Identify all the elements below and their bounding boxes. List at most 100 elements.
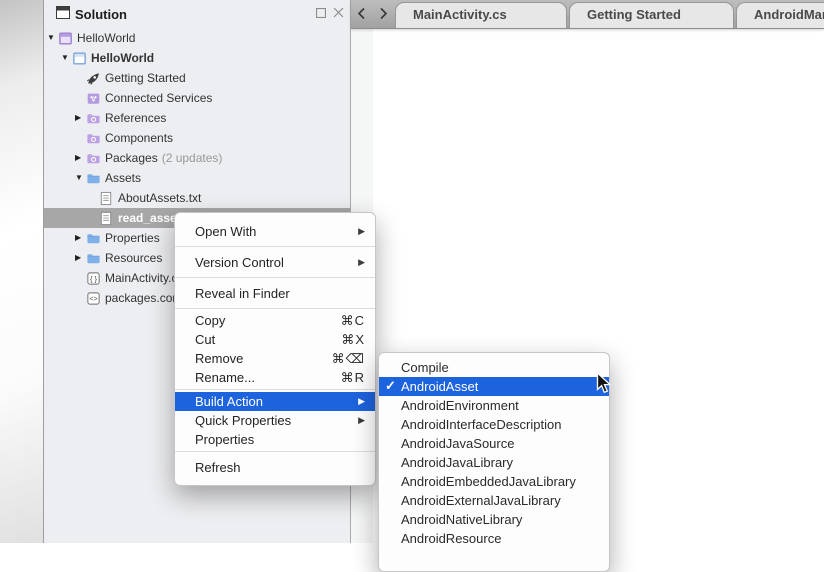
menu-item-reveal-in-finder[interactable]: Reveal in Finder (175, 280, 375, 306)
folder-icon (86, 151, 104, 166)
submenu-item-label: AndroidExternalJavaLibrary (401, 493, 561, 508)
folder-icon (86, 251, 104, 266)
menu-item-copy[interactable]: Copy ⌘C (175, 311, 375, 330)
submenu-item-label: Compile (401, 360, 449, 375)
tree-item-label: Resources (104, 251, 162, 265)
config-file-icon: <> (86, 291, 104, 306)
submenu-item-androidenvironment[interactable]: AndroidEnvironment (379, 396, 609, 415)
menu-separator (175, 389, 375, 390)
menu-item-label: Open With (195, 224, 256, 239)
svg-text:{ }: { } (90, 274, 98, 283)
tree-item-references[interactable]: ▶References (44, 108, 350, 128)
solution-icon (58, 31, 76, 46)
solution-pad-header: Solution (44, 0, 350, 28)
mouse-cursor (596, 372, 612, 395)
submenu-arrow-icon: ▶ (358, 397, 365, 406)
submenu-item-androidresource[interactable]: AndroidResource (379, 529, 609, 548)
connected-services-icon (86, 91, 104, 106)
tree-item-aboutassets-txt[interactable]: AboutAssets.txt (44, 188, 350, 208)
rocket-icon (86, 71, 104, 86)
menu-separator (175, 246, 375, 247)
tree-item-label: Connected Services (104, 91, 212, 105)
document-icon (99, 191, 117, 206)
folder-icon (86, 111, 104, 126)
menu-item-label: Rename... (195, 370, 255, 385)
tree-item-label: Components (104, 131, 173, 145)
tree-item-components[interactable]: Components (44, 128, 350, 148)
checkmark-icon: ✓ (385, 378, 396, 394)
submenu-item-androidjavasource[interactable]: AndroidJavaSource (379, 434, 609, 453)
tree-item-label: Packages (104, 151, 158, 165)
tree-item-connected-services[interactable]: Connected Services (44, 88, 350, 108)
tree-item-packages[interactable]: ▶ Packages (2 updates) (44, 148, 350, 168)
submenu-item-androidexternaljavalibrary[interactable]: AndroidExternalJavaLibrary (379, 491, 609, 510)
submenu-item-label: AndroidResource (401, 531, 501, 546)
menu-item-build-action[interactable]: Build Action▶ (175, 392, 375, 411)
menu-item-label: Cut (195, 332, 215, 347)
submenu-item-androidjavalibrary[interactable]: AndroidJavaLibrary (379, 453, 609, 472)
project-icon (72, 51, 90, 66)
document-icon (99, 211, 117, 226)
tree-item-label: MainActivity.cs (104, 271, 183, 285)
menu-item-refresh[interactable]: Refresh (175, 454, 375, 480)
menu-item-shortcut: ⌘R (341, 370, 365, 386)
tab-getting-started[interactable]: Getting Started (569, 2, 734, 28)
menu-item-quick-properties[interactable]: Quick Properties▶ (175, 411, 375, 430)
disclosure-triangle[interactable]: ▶ (75, 154, 86, 162)
submenu-item-label: AndroidEmbeddedJavaLibrary (401, 474, 576, 489)
submenu-item-androidembeddedjavalibrary[interactable]: AndroidEmbeddedJavaLibrary (379, 472, 609, 491)
folder-icon (86, 131, 104, 146)
tree-item-assets[interactable]: ▼ Assets (44, 168, 350, 188)
disclosure-triangle[interactable]: ▼ (47, 34, 58, 42)
close-pad-icon[interactable] (333, 6, 344, 22)
source-file-icon: { } (86, 271, 104, 286)
submenu-item-compile[interactable]: Compile (379, 358, 609, 377)
dock-pad-icon[interactable] (316, 6, 326, 22)
tab-label: Getting Started (570, 3, 733, 27)
menu-separator (175, 277, 375, 278)
menu-item-label: Copy (195, 313, 225, 328)
navigate-forward-button[interactable] (379, 7, 391, 21)
menu-item-shortcut: ⌘C (341, 313, 365, 329)
disclosure-triangle[interactable]: ▶ (75, 254, 86, 262)
submenu-arrow-icon: ▶ (358, 227, 365, 236)
menu-item-label: Properties (195, 432, 254, 447)
menu-item-rename[interactable]: Rename... ⌘R (175, 368, 375, 387)
menu-item-version-control[interactable]: Version Control ▶ (175, 249, 375, 275)
submenu-item-androidnativelibrary[interactable]: AndroidNativeLibrary (379, 510, 609, 529)
tab-mainactivity-cs[interactable]: MainActivity.cs (395, 2, 567, 28)
tab-label: AndroidManifest.xml (737, 3, 824, 27)
submenu-item-label: AndroidEnvironment (401, 398, 519, 413)
menu-item-label: Version Control (195, 255, 284, 270)
submenu-item-label: AndroidNativeLibrary (401, 512, 522, 527)
tree-item-label: HelloWorld (90, 51, 154, 65)
menu-item-cut[interactable]: Cut⌘X (175, 330, 375, 349)
disclosure-triangle[interactable]: ▼ (75, 174, 86, 182)
tree-item-getting-started[interactable]: Getting Started (44, 68, 350, 88)
tree-item-label: Properties (104, 231, 160, 245)
navigate-back-button[interactable] (357, 7, 369, 21)
submenu-item-androidasset[interactable]: ✓ AndroidAsset (379, 377, 609, 396)
disclosure-triangle[interactable]: ▼ (61, 54, 72, 62)
menu-item-remove[interactable]: Remove⌘⌫ (175, 349, 375, 368)
disclosure-triangle[interactable]: ▶ (75, 234, 86, 242)
disclosure-triangle[interactable]: ▶ (75, 114, 86, 122)
tab-androidmanifest-xml[interactable]: AndroidManifest.xml (736, 2, 824, 28)
solution-pad-icon (56, 6, 70, 23)
panel-title: Solution (75, 7, 127, 22)
menu-item-properties[interactable]: Properties (175, 430, 375, 449)
tab-label: MainActivity.cs (396, 3, 566, 27)
background-window-strip (0, 0, 44, 543)
tree-item-helloworld[interactable]: ▼ HelloWorld (44, 48, 350, 68)
tree-item-label: Assets (104, 171, 141, 185)
folder-icon (86, 231, 104, 246)
submenu-item-label: AndroidInterfaceDescription (401, 417, 561, 432)
tree-item-label: Getting Started (104, 71, 186, 85)
tree-item-helloworld[interactable]: ▼HelloWorld (44, 28, 350, 48)
submenu-item-androidinterfacedescription[interactable]: AndroidInterfaceDescription (379, 415, 609, 434)
tree-item-badge: (2 updates) (162, 151, 223, 165)
submenu-arrow-icon: ▶ (358, 258, 365, 267)
tree-item-label: AboutAssets.txt (117, 191, 201, 205)
submenu-item-label: AndroidAsset (401, 379, 478, 394)
menu-item-open-with[interactable]: Open With ▶ (175, 218, 375, 244)
